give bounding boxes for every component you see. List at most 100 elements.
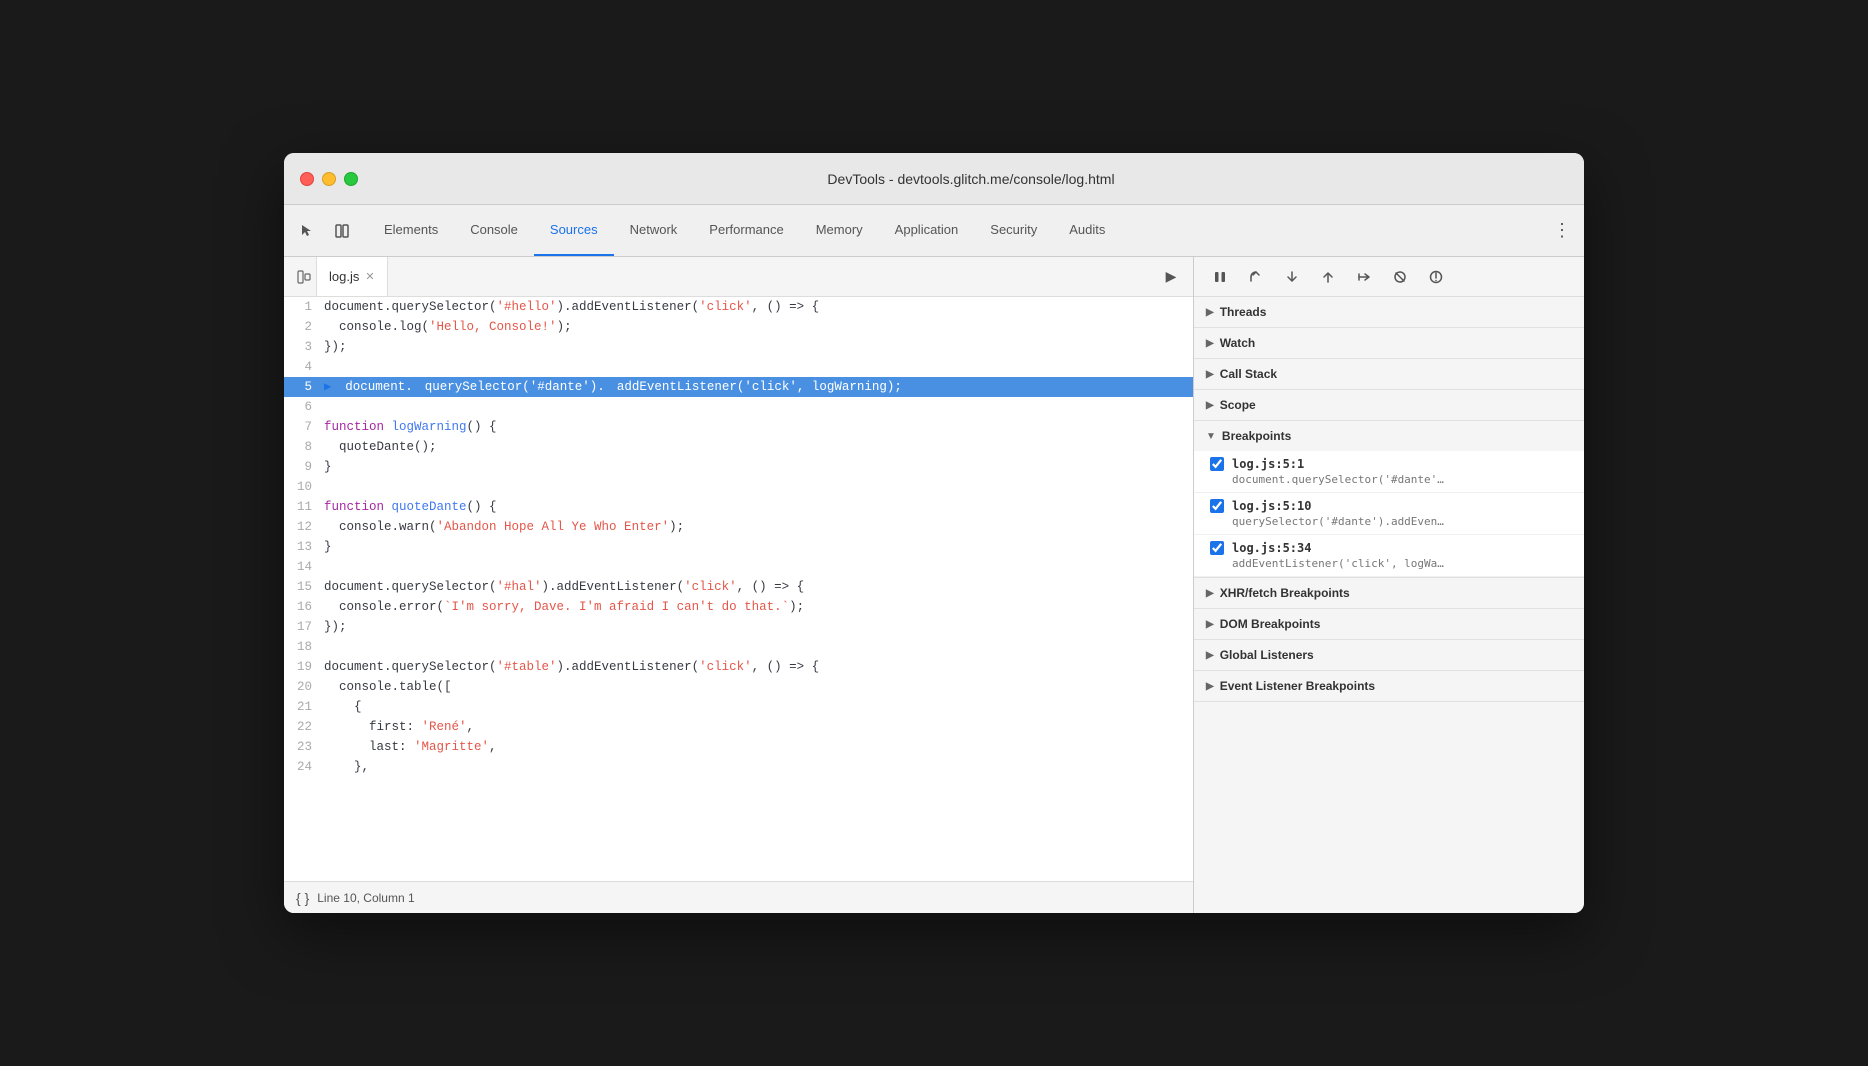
code-line-1: 1 document.querySelector('#hello').addEv…: [284, 297, 1193, 317]
breakpoint-item-1: log.js:5:1 document.querySelector('#dant…: [1194, 451, 1584, 493]
code-line-6: 6: [284, 397, 1193, 417]
breakpoints-content: log.js:5:1 document.querySelector('#dant…: [1194, 451, 1584, 577]
debug-toolbar: [1194, 257, 1584, 297]
tab-bar-left-icons: [292, 205, 356, 256]
source-tab-right-icons: ▶: [1157, 263, 1185, 291]
tab-console[interactable]: Console: [454, 205, 534, 256]
breakpoint-location-2: log.js:5:10: [1232, 499, 1311, 513]
xhr-arrow-icon: [1206, 588, 1214, 599]
tab-audits[interactable]: Audits: [1053, 205, 1121, 256]
breakpoint-item-2: log.js:5:10 querySelector('#dante').addE…: [1194, 493, 1584, 535]
file-tab-logjs[interactable]: log.js ✕: [316, 257, 388, 296]
source-panel: log.js ✕ ▶ 1 document.querySelector('#he…: [284, 257, 1194, 913]
section-callstack-header[interactable]: Call Stack: [1194, 359, 1584, 389]
step-over-button[interactable]: [1242, 263, 1270, 291]
tab-performance[interactable]: Performance: [693, 205, 799, 256]
close-button[interactable]: [300, 172, 314, 186]
code-line-4: 4: [284, 357, 1193, 377]
scope-label: Scope: [1220, 398, 1256, 412]
section-breakpoints-header[interactable]: Breakpoints: [1194, 421, 1584, 451]
code-line-3: 3 });: [284, 337, 1193, 357]
section-callstack: Call Stack: [1194, 359, 1584, 390]
breakpoint-item-3: log.js:5:34 addEventListener('click', lo…: [1194, 535, 1584, 577]
section-scope: Scope: [1194, 390, 1584, 421]
section-global-listeners: Global Listeners: [1194, 640, 1584, 671]
maximize-button[interactable]: [344, 172, 358, 186]
pause-button[interactable]: [1206, 263, 1234, 291]
code-line-23: 23 last: 'Magritte',: [284, 737, 1193, 757]
step-into-button[interactable]: [1278, 263, 1306, 291]
debug-sections: Threads Watch Call Stack: [1194, 297, 1584, 913]
tab-elements[interactable]: Elements: [368, 205, 454, 256]
callstack-label: Call Stack: [1220, 367, 1277, 381]
code-line-15: 15 document.querySelector('#hal').addEve…: [284, 577, 1193, 597]
code-line-11: 11 function quoteDante() {: [284, 497, 1193, 517]
code-line-7: 7 function logWarning() {: [284, 417, 1193, 437]
section-event-listener-breakpoints: Event Listener Breakpoints: [1194, 671, 1584, 702]
more-options-button[interactable]: ⋮: [1548, 217, 1576, 245]
step-button[interactable]: [1350, 263, 1378, 291]
deactivate-breakpoints-button[interactable]: [1386, 263, 1414, 291]
cursor-icon[interactable]: [292, 217, 320, 245]
global-label: Global Listeners: [1220, 648, 1314, 662]
section-scope-header[interactable]: Scope: [1194, 390, 1584, 420]
traffic-lights: [300, 172, 358, 186]
section-watch-header[interactable]: Watch: [1194, 328, 1584, 358]
threads-label: Threads: [1220, 305, 1267, 319]
tab-sources[interactable]: Sources: [534, 205, 614, 256]
play-icon[interactable]: ▶: [1157, 263, 1185, 291]
source-tab-bar: log.js ✕ ▶: [284, 257, 1193, 297]
minimize-button[interactable]: [322, 172, 336, 186]
breakpoint-location-3: log.js:5:34: [1232, 541, 1311, 555]
breakpoint-row-2: log.js:5:10: [1210, 499, 1572, 513]
file-tab-name: log.js: [329, 269, 359, 284]
callstack-arrow-icon: [1206, 369, 1214, 380]
section-threads-header[interactable]: Threads: [1194, 297, 1584, 327]
code-line-14: 14: [284, 557, 1193, 577]
section-dom-header[interactable]: DOM Breakpoints: [1194, 609, 1584, 639]
window-title: DevTools - devtools.glitch.me/console/lo…: [374, 171, 1568, 187]
scope-arrow-icon: [1206, 400, 1214, 411]
source-panel-toggle-icon[interactable]: [292, 265, 316, 289]
code-line-9: 9 }: [284, 457, 1193, 477]
code-line-10: 10: [284, 477, 1193, 497]
code-line-13: 13 }: [284, 537, 1193, 557]
xhr-label: XHR/fetch Breakpoints: [1220, 586, 1350, 600]
dock-icon[interactable]: [328, 217, 356, 245]
breakpoint-checkbox-3[interactable]: [1210, 541, 1224, 555]
dont-pause-on-exceptions-button[interactable]: [1422, 263, 1450, 291]
breakpoint-checkbox-2[interactable]: [1210, 499, 1224, 513]
watch-label: Watch: [1220, 336, 1256, 350]
section-xhr-header[interactable]: XHR/fetch Breakpoints: [1194, 578, 1584, 608]
section-event-header[interactable]: Event Listener Breakpoints: [1194, 671, 1584, 701]
code-line-17: 17 });: [284, 617, 1193, 637]
code-line-18: 18: [284, 637, 1193, 657]
breakpoint-checkbox-1[interactable]: [1210, 457, 1224, 471]
tab-bar-right: ⋮: [1548, 205, 1576, 256]
global-arrow-icon: [1206, 650, 1214, 661]
tab-security[interactable]: Security: [974, 205, 1053, 256]
debug-panel: Threads Watch Call Stack: [1194, 257, 1584, 913]
code-line-24: 24 },: [284, 757, 1193, 777]
tab-network[interactable]: Network: [614, 205, 694, 256]
breakpoint-code-3: addEventListener('click', logWa…: [1232, 557, 1552, 570]
event-label: Event Listener Breakpoints: [1220, 679, 1375, 693]
tab-application[interactable]: Application: [879, 205, 975, 256]
code-area[interactable]: 1 document.querySelector('#hello').addEv…: [284, 297, 1193, 881]
braces-icon[interactable]: { }: [296, 890, 309, 906]
watch-arrow-icon: [1206, 338, 1214, 349]
dom-arrow-icon: [1206, 619, 1214, 630]
threads-arrow-icon: [1206, 307, 1214, 318]
section-global-header[interactable]: Global Listeners: [1194, 640, 1584, 670]
code-line-2: 2 console.log('Hello, Console!');: [284, 317, 1193, 337]
step-out-button[interactable]: [1314, 263, 1342, 291]
breakpoint-code-2: querySelector('#dante').addEven…: [1232, 515, 1552, 528]
breakpoint-row-1: log.js:5:1: [1210, 457, 1572, 471]
breakpoint-code-1: document.querySelector('#dante'…: [1232, 473, 1552, 486]
main-content: log.js ✕ ▶ 1 document.querySelector('#he…: [284, 257, 1584, 913]
tab-memory[interactable]: Memory: [800, 205, 879, 256]
breakpoint-location-1: log.js:5:1: [1232, 457, 1304, 471]
breakpoints-arrow-icon: [1206, 431, 1216, 442]
title-bar: DevTools - devtools.glitch.me/console/lo…: [284, 153, 1584, 205]
file-tab-close-icon[interactable]: ✕: [365, 270, 374, 283]
